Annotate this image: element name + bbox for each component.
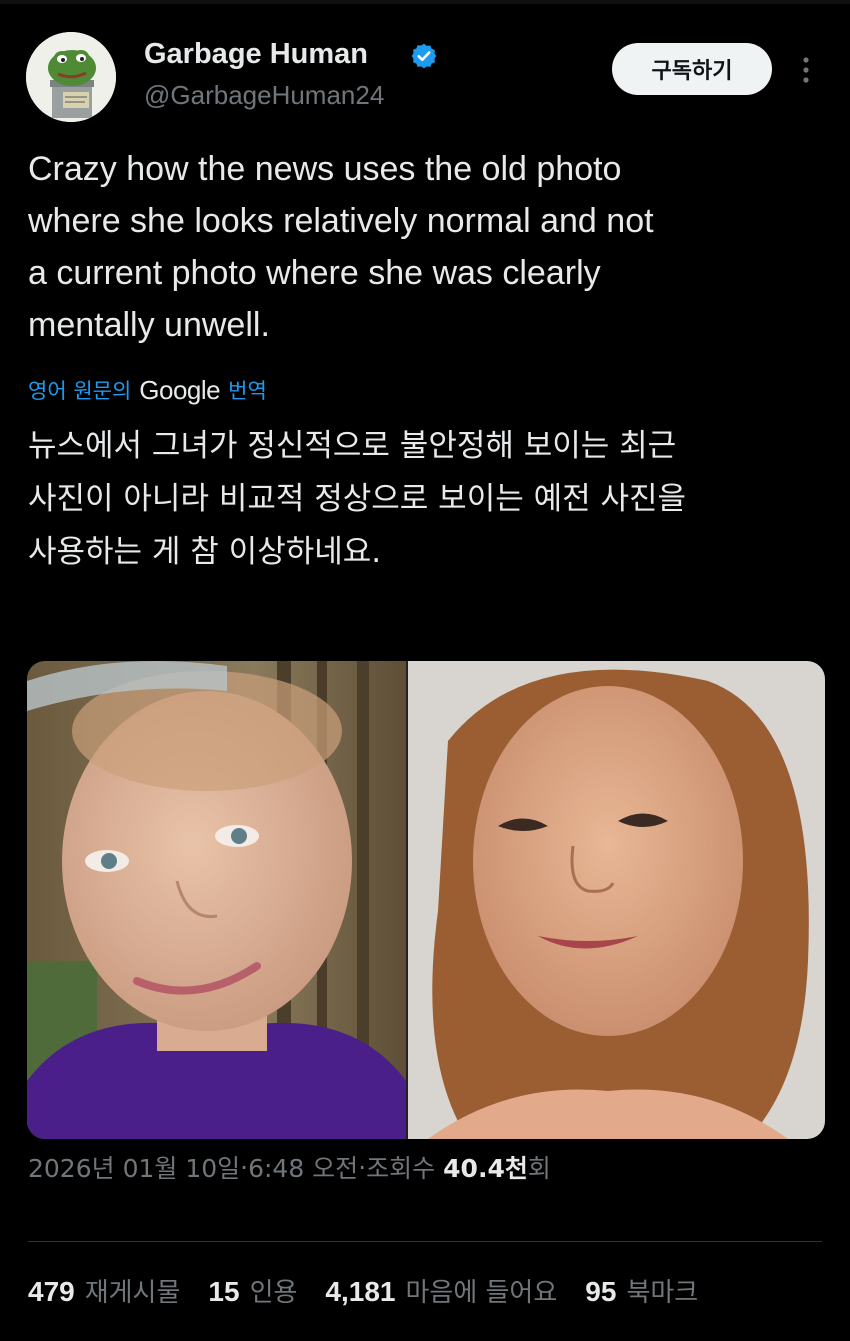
frog-avatar-icon bbox=[26, 32, 116, 122]
views-unit: 회 bbox=[527, 1154, 551, 1183]
translated-line: 사진이 아니라 비교적 정상으로 보이는 예전 사진을 bbox=[28, 481, 687, 517]
stat-quotes[interactable]: 15 인용 bbox=[208, 1272, 297, 1309]
translated-line: 뉴스에서 그녀가 정신적으로 불안정해 보이는 최근 bbox=[28, 428, 677, 464]
translated-line: 사용하는 게 참 이상하네요. bbox=[28, 534, 382, 570]
verified-badge-icon bbox=[411, 43, 437, 69]
divider bbox=[28, 1241, 822, 1242]
tweet-time[interactable]: 6:48 오전 bbox=[248, 1149, 358, 1185]
views-label: 조회수 bbox=[366, 1154, 436, 1183]
separator: · bbox=[358, 1152, 367, 1182]
tweet-date[interactable]: 2026년 01월 10일 bbox=[28, 1149, 240, 1185]
translate-link[interactable]: 영어 원문의 Google 번역 bbox=[28, 372, 267, 408]
stat-bookmarks[interactable]: 95 북마크 bbox=[585, 1272, 698, 1309]
avatar[interactable] bbox=[26, 32, 116, 122]
stat-likes[interactable]: 4,181 마음에 들어요 bbox=[325, 1272, 557, 1309]
stat-label: 북마크 bbox=[626, 1277, 699, 1308]
stat-label: 마음에 들어요 bbox=[405, 1277, 558, 1308]
more-vertical-icon[interactable] bbox=[796, 52, 816, 88]
display-name[interactable]: Garbage Human bbox=[144, 38, 368, 71]
stat-label: 인용 bbox=[249, 1277, 298, 1308]
stat-number: 95 bbox=[585, 1275, 617, 1307]
translated-text: 뉴스에서 그녀가 정신적으로 불안정해 보이는 최근 사진이 아니라 비교적 정… bbox=[28, 420, 828, 579]
engagement-stats: 479 재게시물 15 인용 4,181 마음에 들어요 95 북마크 bbox=[28, 1270, 726, 1310]
tweet-text: Crazy how the news uses the old photo wh… bbox=[28, 143, 828, 351]
stat-reposts[interactable]: 479 재게시물 bbox=[28, 1272, 180, 1309]
tweet-meta: 2026년 01월 10일 · 6:48 오전 · 조회수 40.4천 회 bbox=[28, 1147, 551, 1187]
stat-number: 479 bbox=[28, 1275, 75, 1307]
translate-prefix: 영어 원문의 bbox=[28, 379, 132, 403]
tweet-text-line: a current photo where she was clearly bbox=[28, 254, 601, 292]
tweet-text-line: mentally unwell. bbox=[28, 306, 270, 344]
stat-number: 15 bbox=[208, 1275, 240, 1307]
separator: · bbox=[240, 1152, 249, 1182]
right-photo[interactable] bbox=[408, 661, 825, 1139]
translate-suffix: 번역 bbox=[228, 379, 267, 403]
tweet-header: Garbage Human @GarbageHuman24 구독하기 bbox=[0, 0, 850, 135]
stat-number: 4,181 bbox=[325, 1275, 396, 1307]
google-logo: Google bbox=[139, 374, 221, 405]
subscribe-button[interactable]: 구독하기 bbox=[612, 43, 772, 95]
tweet-text-line: where she looks relatively normal and no… bbox=[28, 202, 654, 240]
user-handle[interactable]: @GarbageHuman24 bbox=[144, 80, 384, 111]
views-count: 40.4천 bbox=[443, 1154, 528, 1183]
left-photo[interactable] bbox=[27, 661, 406, 1139]
media-container[interactable] bbox=[27, 661, 825, 1139]
stat-label: 재게시물 bbox=[84, 1277, 181, 1308]
tweet-text-line: Crazy how the news uses the old photo bbox=[28, 150, 622, 188]
